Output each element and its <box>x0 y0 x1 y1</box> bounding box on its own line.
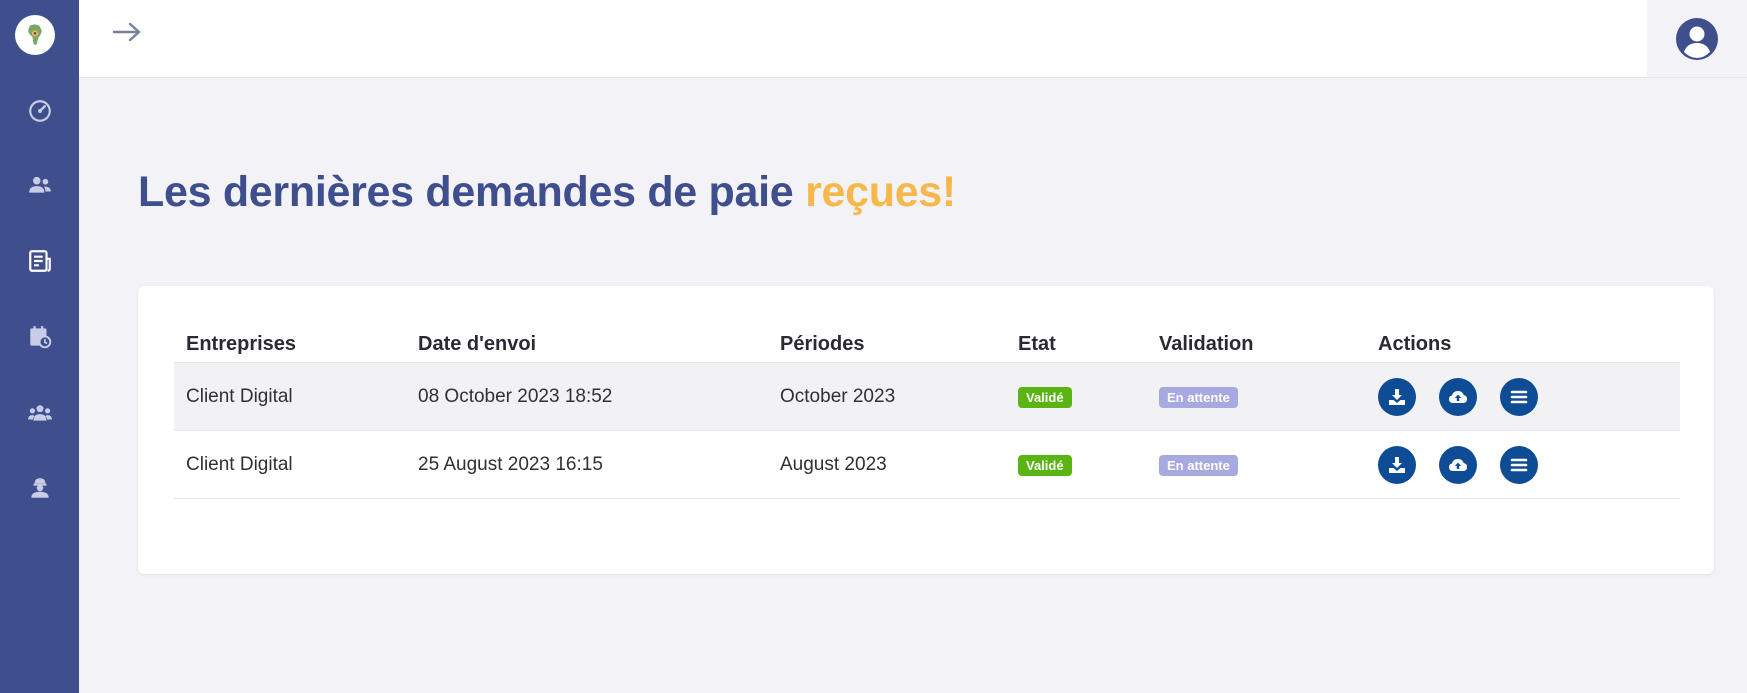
list-menu-icon <box>1510 458 1528 471</box>
table-header-row: Entreprises Date d'envoi Périodes Etat V… <box>174 326 1680 363</box>
download-icon <box>1389 456 1405 473</box>
speedometer-icon <box>28 100 51 122</box>
download-button[interactable] <box>1378 445 1416 484</box>
document-list-icon <box>28 250 51 272</box>
status-badge-etat: Validé <box>1018 454 1072 476</box>
sidebar-item-planning[interactable] <box>0 317 79 357</box>
column-header-validation: Validation <box>1147 326 1366 363</box>
payroll-requests-table: Entreprises Date d'envoi Périodes Etat V… <box>174 326 1680 499</box>
status-badge-validation: En attente <box>1159 386 1238 408</box>
users-icon <box>28 176 51 193</box>
sidebar-item-workers[interactable] <box>0 468 79 508</box>
table-row: Client Digital 25 August 2023 16:15 Augu… <box>174 430 1680 499</box>
column-header-actions: Actions <box>1366 326 1680 363</box>
user-circle-icon <box>1676 17 1718 60</box>
sidebar-item-users[interactable] <box>0 165 79 205</box>
requests-card: Entreprises Date d'envoi Périodes Etat V… <box>138 286 1714 574</box>
sidebar-item-dashboard[interactable] <box>0 91 79 131</box>
status-badge-validation: En attente <box>1159 454 1238 476</box>
page-title: Les dernières demandes de paie reçues! <box>138 168 956 217</box>
worker-icon <box>30 478 49 498</box>
cloud-upload-icon <box>1449 390 1467 403</box>
cell-actions <box>1366 362 1680 431</box>
cell-periode: August 2023 <box>768 430 1006 499</box>
download-icon <box>1389 388 1405 405</box>
table-row: Client Digital 08 October 2023 18:52 Oct… <box>174 362 1680 431</box>
sidebar-toggle-button[interactable] <box>109 14 145 50</box>
cell-entreprise: Client Digital <box>174 430 406 499</box>
cell-entreprise: Client Digital <box>174 362 406 431</box>
arrow-right-icon <box>112 22 141 42</box>
cell-etat: Validé <box>1006 362 1147 431</box>
cell-etat: Validé <box>1006 430 1147 499</box>
upload-button[interactable] <box>1439 445 1477 484</box>
status-badge-etat: Validé <box>1018 386 1072 408</box>
calendar-clock-icon <box>29 326 51 349</box>
column-header-periodes: Périodes <box>768 326 1006 363</box>
column-header-date-envoi: Date d'envoi <box>406 326 768 363</box>
sidebar-item-documents[interactable] <box>0 241 79 281</box>
details-button[interactable] <box>1500 377 1538 416</box>
page-title-accent: reçues! <box>805 168 956 216</box>
top-bar <box>79 0 1747 78</box>
details-button[interactable] <box>1500 445 1538 484</box>
africa-map-logo-icon[interactable] <box>15 15 55 55</box>
sidebar <box>0 0 79 693</box>
sidebar-item-team[interactable] <box>0 393 79 433</box>
page-title-main: Les dernières demandes de paie <box>138 168 806 216</box>
upload-button[interactable] <box>1439 377 1477 416</box>
column-header-etat: Etat <box>1006 326 1147 363</box>
cell-periode: October 2023 <box>768 362 1006 431</box>
cell-validation: En attente <box>1147 430 1366 499</box>
column-header-entreprises: Entreprises <box>174 326 406 363</box>
team-icon <box>27 405 52 421</box>
cell-actions <box>1366 430 1680 499</box>
cell-validation: En attente <box>1147 362 1366 431</box>
list-menu-icon <box>1510 390 1528 403</box>
cell-date: 08 October 2023 18:52 <box>406 362 768 431</box>
cloud-upload-icon <box>1449 458 1467 471</box>
user-menu[interactable] <box>1647 0 1747 77</box>
download-button[interactable] <box>1378 377 1416 416</box>
cell-date: 25 August 2023 16:15 <box>406 430 768 499</box>
